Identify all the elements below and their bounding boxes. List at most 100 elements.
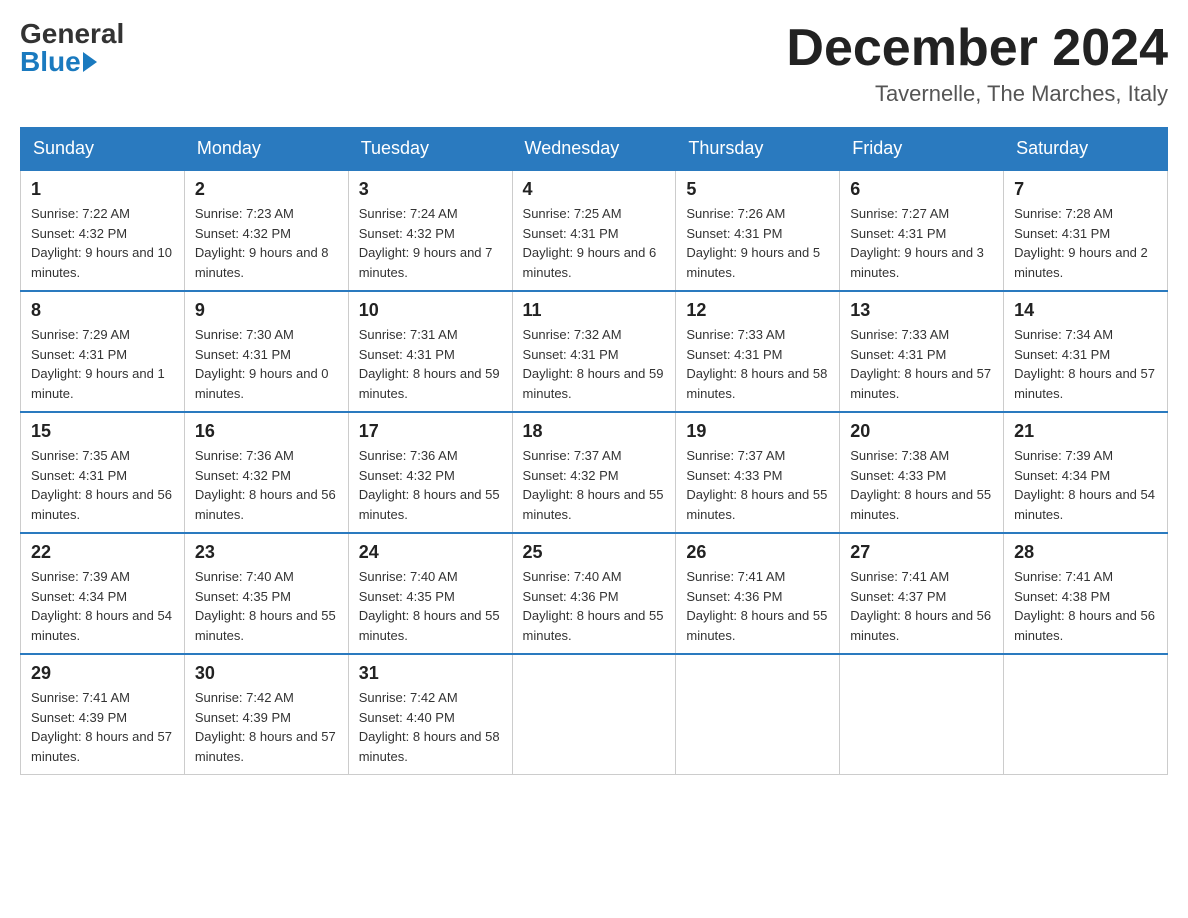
day-number: 3: [359, 179, 502, 200]
day-info: Sunrise: 7:23 AMSunset: 4:32 PMDaylight:…: [195, 204, 338, 282]
calendar-cell: 4 Sunrise: 7:25 AMSunset: 4:31 PMDaylight…: [512, 170, 676, 291]
week-row-4: 22Sunrise: 7:39 AMSunset: 4:34 PMDayligh…: [21, 533, 1168, 654]
calendar-cell: 17Sunrise: 7:36 AMSunset: 4:32 PMDayligh…: [348, 412, 512, 533]
calendar-cell: 10 Sunrise: 7:31 AMSunset: 4:31 PMDayligh…: [348, 291, 512, 412]
day-info: Sunrise: 7:40 AMSunset: 4:36 PMDaylight:…: [523, 567, 666, 645]
calendar-cell: 14 Sunrise: 7:34 AMSunset: 4:31 PMDayligh…: [1004, 291, 1168, 412]
day-number: 14: [1014, 300, 1157, 321]
calendar-cell: 28 Sunrise: 7:41 AMSunset: 4:38 PMDayligh…: [1004, 533, 1168, 654]
day-number: 9: [195, 300, 338, 321]
calendar-cell: 9 Sunrise: 7:30 AMSunset: 4:31 PMDaylight…: [184, 291, 348, 412]
calendar-cell: 7 Sunrise: 7:28 AMSunset: 4:31 PMDaylight…: [1004, 170, 1168, 291]
calendar-cell: 22Sunrise: 7:39 AMSunset: 4:34 PMDayligh…: [21, 533, 185, 654]
calendar-header-row: SundayMondayTuesdayWednesdayThursdayFrid…: [21, 128, 1168, 171]
day-info: Sunrise: 7:27 AMSunset: 4:31 PMDaylight:…: [850, 204, 993, 282]
day-info: Sunrise: 7:34 AMSunset: 4:31 PMDaylight:…: [1014, 325, 1157, 403]
day-info: Sunrise: 7:26 AMSunset: 4:31 PMDaylight:…: [686, 204, 829, 282]
day-number: 8: [31, 300, 174, 321]
col-header-wednesday: Wednesday: [512, 128, 676, 171]
calendar-cell: 15 Sunrise: 7:35 AMSunset: 4:31 PMDayligh…: [21, 412, 185, 533]
day-info: Sunrise: 7:25 AMSunset: 4:31 PMDaylight:…: [523, 204, 666, 282]
calendar-cell: [676, 654, 840, 775]
calendar-cell: 27Sunrise: 7:41 AMSunset: 4:37 PMDayligh…: [840, 533, 1004, 654]
calendar-cell: 13 Sunrise: 7:33 AMSunset: 4:31 PMDayligh…: [840, 291, 1004, 412]
calendar-cell: 23Sunrise: 7:40 AMSunset: 4:35 PMDayligh…: [184, 533, 348, 654]
calendar-cell: 21 Sunrise: 7:39 AMSunset: 4:34 PMDayligh…: [1004, 412, 1168, 533]
day-info: Sunrise: 7:28 AMSunset: 4:31 PMDaylight:…: [1014, 204, 1157, 282]
col-header-saturday: Saturday: [1004, 128, 1168, 171]
calendar-cell: 20 Sunrise: 7:38 AMSunset: 4:33 PMDayligh…: [840, 412, 1004, 533]
day-number: 25: [523, 542, 666, 563]
week-row-5: 29Sunrise: 7:41 AMSunset: 4:39 PMDayligh…: [21, 654, 1168, 775]
logo-general-text: General: [20, 20, 124, 48]
day-number: 28: [1014, 542, 1157, 563]
day-number: 31: [359, 663, 502, 684]
day-number: 24: [359, 542, 502, 563]
day-info: Sunrise: 7:33 AMSunset: 4:31 PMDaylight:…: [686, 325, 829, 403]
day-number: 4: [523, 179, 666, 200]
calendar-cell: [512, 654, 676, 775]
day-number: 26: [686, 542, 829, 563]
day-info: Sunrise: 7:41 AMSunset: 4:36 PMDaylight:…: [686, 567, 829, 645]
day-info: Sunrise: 7:30 AMSunset: 4:31 PMDaylight:…: [195, 325, 338, 403]
calendar-cell: 30 Sunrise: 7:42 AMSunset: 4:39 PMDayligh…: [184, 654, 348, 775]
day-info: Sunrise: 7:37 AMSunset: 4:33 PMDaylight:…: [686, 446, 829, 524]
day-number: 2: [195, 179, 338, 200]
logo-arrow-icon: [83, 52, 97, 72]
day-info: Sunrise: 7:35 AMSunset: 4:31 PMDaylight:…: [31, 446, 174, 524]
logo: General Blue: [20, 20, 124, 76]
day-number: 20: [850, 421, 993, 442]
day-number: 12: [686, 300, 829, 321]
day-info: Sunrise: 7:31 AMSunset: 4:31 PMDaylight:…: [359, 325, 502, 403]
day-info: Sunrise: 7:41 AMSunset: 4:38 PMDaylight:…: [1014, 567, 1157, 645]
calendar-cell: 16 Sunrise: 7:36 AMSunset: 4:32 PMDayligh…: [184, 412, 348, 533]
calendar-cell: 5 Sunrise: 7:26 AMSunset: 4:31 PMDaylight…: [676, 170, 840, 291]
day-number: 13: [850, 300, 993, 321]
day-info: Sunrise: 7:22 AMSunset: 4:32 PMDaylight:…: [31, 204, 174, 282]
day-number: 6: [850, 179, 993, 200]
day-info: Sunrise: 7:29 AMSunset: 4:31 PMDaylight:…: [31, 325, 174, 403]
day-info: Sunrise: 7:39 AMSunset: 4:34 PMDaylight:…: [1014, 446, 1157, 524]
week-row-2: 8 Sunrise: 7:29 AMSunset: 4:31 PMDaylight…: [21, 291, 1168, 412]
col-header-friday: Friday: [840, 128, 1004, 171]
calendar-table: SundayMondayTuesdayWednesdayThursdayFrid…: [20, 127, 1168, 775]
day-number: 15: [31, 421, 174, 442]
col-header-sunday: Sunday: [21, 128, 185, 171]
day-number: 10: [359, 300, 502, 321]
calendar-cell: 2 Sunrise: 7:23 AMSunset: 4:32 PMDaylight…: [184, 170, 348, 291]
day-info: Sunrise: 7:42 AMSunset: 4:39 PMDaylight:…: [195, 688, 338, 766]
day-number: 7: [1014, 179, 1157, 200]
calendar-cell: 12 Sunrise: 7:33 AMSunset: 4:31 PMDayligh…: [676, 291, 840, 412]
calendar-cell: [840, 654, 1004, 775]
day-number: 18: [523, 421, 666, 442]
calendar-cell: 8 Sunrise: 7:29 AMSunset: 4:31 PMDaylight…: [21, 291, 185, 412]
calendar-cell: 25 Sunrise: 7:40 AMSunset: 4:36 PMDayligh…: [512, 533, 676, 654]
day-number: 21: [1014, 421, 1157, 442]
calendar-cell: [1004, 654, 1168, 775]
calendar-cell: 3Sunrise: 7:24 AMSunset: 4:32 PMDaylight…: [348, 170, 512, 291]
day-number: 5: [686, 179, 829, 200]
calendar-cell: 31 Sunrise: 7:42 AMSunset: 4:40 PMDayligh…: [348, 654, 512, 775]
day-info: Sunrise: 7:39 AMSunset: 4:34 PMDaylight:…: [31, 567, 174, 645]
col-header-thursday: Thursday: [676, 128, 840, 171]
day-info: Sunrise: 7:33 AMSunset: 4:31 PMDaylight:…: [850, 325, 993, 403]
day-number: 16: [195, 421, 338, 442]
calendar-cell: 29Sunrise: 7:41 AMSunset: 4:39 PMDayligh…: [21, 654, 185, 775]
month-title: December 2024: [786, 20, 1168, 77]
calendar-cell: 1Sunrise: 7:22 AMSunset: 4:32 PMDaylight…: [21, 170, 185, 291]
day-info: Sunrise: 7:42 AMSunset: 4:40 PMDaylight:…: [359, 688, 502, 766]
calendar-cell: 19Sunrise: 7:37 AMSunset: 4:33 PMDayligh…: [676, 412, 840, 533]
day-info: Sunrise: 7:41 AMSunset: 4:37 PMDaylight:…: [850, 567, 993, 645]
day-number: 23: [195, 542, 338, 563]
col-header-monday: Monday: [184, 128, 348, 171]
week-row-1: 1Sunrise: 7:22 AMSunset: 4:32 PMDaylight…: [21, 170, 1168, 291]
day-info: Sunrise: 7:36 AMSunset: 4:32 PMDaylight:…: [359, 446, 502, 524]
day-number: 11: [523, 300, 666, 321]
calendar-cell: 26 Sunrise: 7:41 AMSunset: 4:36 PMDayligh…: [676, 533, 840, 654]
col-header-tuesday: Tuesday: [348, 128, 512, 171]
day-info: Sunrise: 7:36 AMSunset: 4:32 PMDaylight:…: [195, 446, 338, 524]
day-info: Sunrise: 7:38 AMSunset: 4:33 PMDaylight:…: [850, 446, 993, 524]
day-number: 30: [195, 663, 338, 684]
logo-blue-text: Blue: [20, 48, 81, 76]
day-info: Sunrise: 7:32 AMSunset: 4:31 PMDaylight:…: [523, 325, 666, 403]
